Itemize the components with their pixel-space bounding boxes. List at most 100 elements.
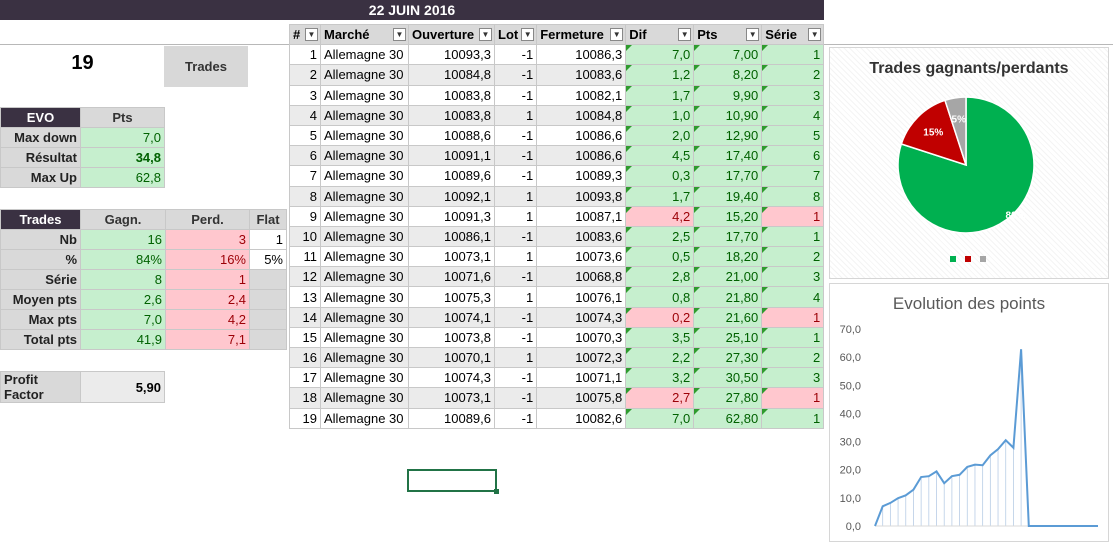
stats-flat-value[interactable] <box>249 309 287 330</box>
col-ouverture-cell[interactable]: 10074,1 <box>408 306 495 328</box>
col-lot-cell[interactable]: -1 <box>493 145 538 167</box>
col-serie-cell[interactable]: 8 <box>761 185 825 207</box>
col-marche-cell[interactable]: Allemagne 30 <box>320 64 409 86</box>
col-fermeture-header[interactable]: Fermeture ▼ <box>536 23 627 46</box>
stats-perd-value[interactable]: 4,2 <box>165 309 250 330</box>
col-lot-header[interactable]: Lot ▼ <box>493 23 538 46</box>
col-fermeture-cell[interactable]: 10076,1 <box>536 286 627 308</box>
col-ouverture-cell[interactable]: 10093,3 <box>408 44 495 66</box>
line-chart-panel[interactable]: Evolution des points 0,0 10,0 20,0 30,0 40,0… <box>829 283 1109 542</box>
col-marche-cell[interactable]: Allemagne 30 <box>320 346 409 369</box>
col-num-cell[interactable]: 2 <box>289 64 321 86</box>
col-lot-cell[interactable]: 1 <box>493 246 538 268</box>
col-ouverture-cell[interactable]: 10073,8 <box>408 326 495 349</box>
col-ouverture-cell[interactable]: 10073,1 <box>408 246 495 268</box>
col-ouverture-header[interactable]: Ouverture ▼ <box>408 23 495 46</box>
stats-flat-value[interactable]: 1 <box>249 229 287 250</box>
col-lot-cell[interactable]: -1 <box>493 306 538 328</box>
col-pts-cell[interactable]: 21,00 <box>693 266 763 288</box>
col-dif-cell[interactable]: 2,2 <box>625 346 695 369</box>
col-lot-cell[interactable]: -1 <box>493 165 538 187</box>
col-dif-cell[interactable]: 3,2 <box>625 367 695 389</box>
col-fermeture-cell[interactable]: 10086,3 <box>536 44 627 66</box>
col-serie-cell[interactable]: 4 <box>761 104 825 126</box>
col-ouverture-cell[interactable]: 10071,6 <box>408 266 495 288</box>
col-pts-cell[interactable]: 17,70 <box>693 225 763 248</box>
col-fermeture-cell[interactable]: 10070,3 <box>536 326 627 349</box>
col-serie-cell[interactable]: 1 <box>761 205 825 227</box>
stats-flat-value[interactable] <box>249 269 287 290</box>
col-ouverture-cell[interactable]: 10089,6 <box>408 165 495 187</box>
col-marche-cell[interactable]: Allemagne 30 <box>320 306 409 328</box>
col-dif-cell[interactable]: 4,2 <box>625 205 695 227</box>
col-fermeture-cell[interactable]: 10087,1 <box>536 205 627 227</box>
col-fermeture-cell[interactable]: 10089,3 <box>536 165 627 187</box>
filter-dropdown-icon[interactable]: ▼ <box>678 28 692 41</box>
col-serie-cell[interactable]: 1 <box>761 44 825 66</box>
col-marche-cell[interactable]: Allemagne 30 <box>320 165 409 187</box>
col-num-cell[interactable]: 17 <box>289 367 321 389</box>
col-marche-cell[interactable]: Allemagne 30 <box>320 407 409 429</box>
col-ouverture-cell[interactable]: 10092,1 <box>408 185 495 207</box>
col-pts-cell[interactable]: 62,80 <box>693 407 763 429</box>
pie-chart-panel[interactable]: Trades gagnants/perdants 80% 15% 5% <box>829 47 1109 279</box>
col-num-cell[interactable]: 3 <box>289 84 321 106</box>
col-marche-cell[interactable]: Allemagne 30 <box>320 286 409 308</box>
col-serie-cell[interactable]: 3 <box>761 367 825 389</box>
col-num-cell[interactable]: 4 <box>289 104 321 126</box>
col-pts-cell[interactable]: 27,80 <box>693 387 763 409</box>
col-num-cell[interactable]: 7 <box>289 165 321 187</box>
col-lot-cell[interactable]: 1 <box>493 346 538 369</box>
selected-cell[interactable] <box>407 469 499 494</box>
col-dif-cell[interactable]: 2,7 <box>625 387 695 409</box>
col-fermeture-cell[interactable]: 10073,6 <box>536 246 627 268</box>
col-lot-cell[interactable]: -1 <box>493 124 538 147</box>
col-num-cell[interactable]: 18 <box>289 387 321 409</box>
col-pts-cell[interactable]: 17,40 <box>693 145 763 167</box>
col-ouverture-cell[interactable]: 10088,6 <box>408 124 495 147</box>
col-ouverture-cell[interactable]: 10084,8 <box>408 64 495 86</box>
col-marche-cell[interactable]: Allemagne 30 <box>320 387 409 409</box>
col-num-cell[interactable]: 19 <box>289 407 321 429</box>
col-ouverture-cell[interactable]: 10083,8 <box>408 104 495 126</box>
col-pts-cell[interactable]: 17,70 <box>693 165 763 187</box>
col-lot-cell[interactable]: -1 <box>493 84 538 106</box>
col-pts-cell[interactable]: 9,90 <box>693 84 763 106</box>
col-pts-cell[interactable]: 18,20 <box>693 246 763 268</box>
col-ouverture-cell[interactable]: 10075,3 <box>408 286 495 308</box>
profit-factor-value[interactable]: 5,90 <box>80 371 165 403</box>
stats-gagn-value[interactable]: 84% <box>80 249 166 270</box>
col-marche-cell[interactable]: Allemagne 30 <box>320 124 409 147</box>
stats-perd-value[interactable]: 2,4 <box>165 289 250 310</box>
col-marche-cell[interactable]: Allemagne 30 <box>320 44 409 66</box>
col-dif-cell[interactable]: 2,8 <box>625 266 695 288</box>
col-pts-header[interactable]: Pts ▼ <box>693 23 763 46</box>
filter-dropdown-icon[interactable]: ▼ <box>808 28 822 41</box>
col-pts-cell[interactable]: 25,10 <box>693 326 763 349</box>
col-ouverture-cell[interactable]: 10073,1 <box>408 387 495 409</box>
col-dif-cell[interactable]: 2,0 <box>625 124 695 147</box>
col-num-cell[interactable]: 8 <box>289 185 321 207</box>
col-pts-cell[interactable]: 19,40 <box>693 185 763 207</box>
col-lot-cell[interactable]: -1 <box>493 367 538 389</box>
col-marche-cell[interactable]: Allemagne 30 <box>320 225 409 248</box>
col-num-cell[interactable]: 1 <box>289 44 321 66</box>
col-serie-cell[interactable]: 3 <box>761 84 825 106</box>
col-dif-cell[interactable]: 1,7 <box>625 185 695 207</box>
filter-dropdown-icon[interactable]: ▼ <box>746 28 760 41</box>
col-dif-cell[interactable]: 0,2 <box>625 306 695 328</box>
col-lot-cell[interactable]: -1 <box>493 407 538 429</box>
col-pts-cell[interactable]: 7,00 <box>693 44 763 66</box>
col-num-cell[interactable]: 11 <box>289 246 321 268</box>
col-serie-cell[interactable]: 1 <box>761 326 825 349</box>
col-serie-cell[interactable]: 1 <box>761 306 825 328</box>
filter-dropdown-icon[interactable]: ▼ <box>393 28 406 41</box>
col-lot-cell[interactable]: 1 <box>493 104 538 126</box>
col-fermeture-cell[interactable]: 10068,8 <box>536 266 627 288</box>
col-pts-cell[interactable]: 12,90 <box>693 124 763 147</box>
col-fermeture-cell[interactable]: 10082,1 <box>536 84 627 106</box>
col-serie-cell[interactable]: 6 <box>761 145 825 167</box>
col-serie-cell[interactable]: 1 <box>761 225 825 248</box>
col-pts-cell[interactable]: 8,20 <box>693 64 763 86</box>
col-ouverture-cell[interactable]: 10074,3 <box>408 367 495 389</box>
